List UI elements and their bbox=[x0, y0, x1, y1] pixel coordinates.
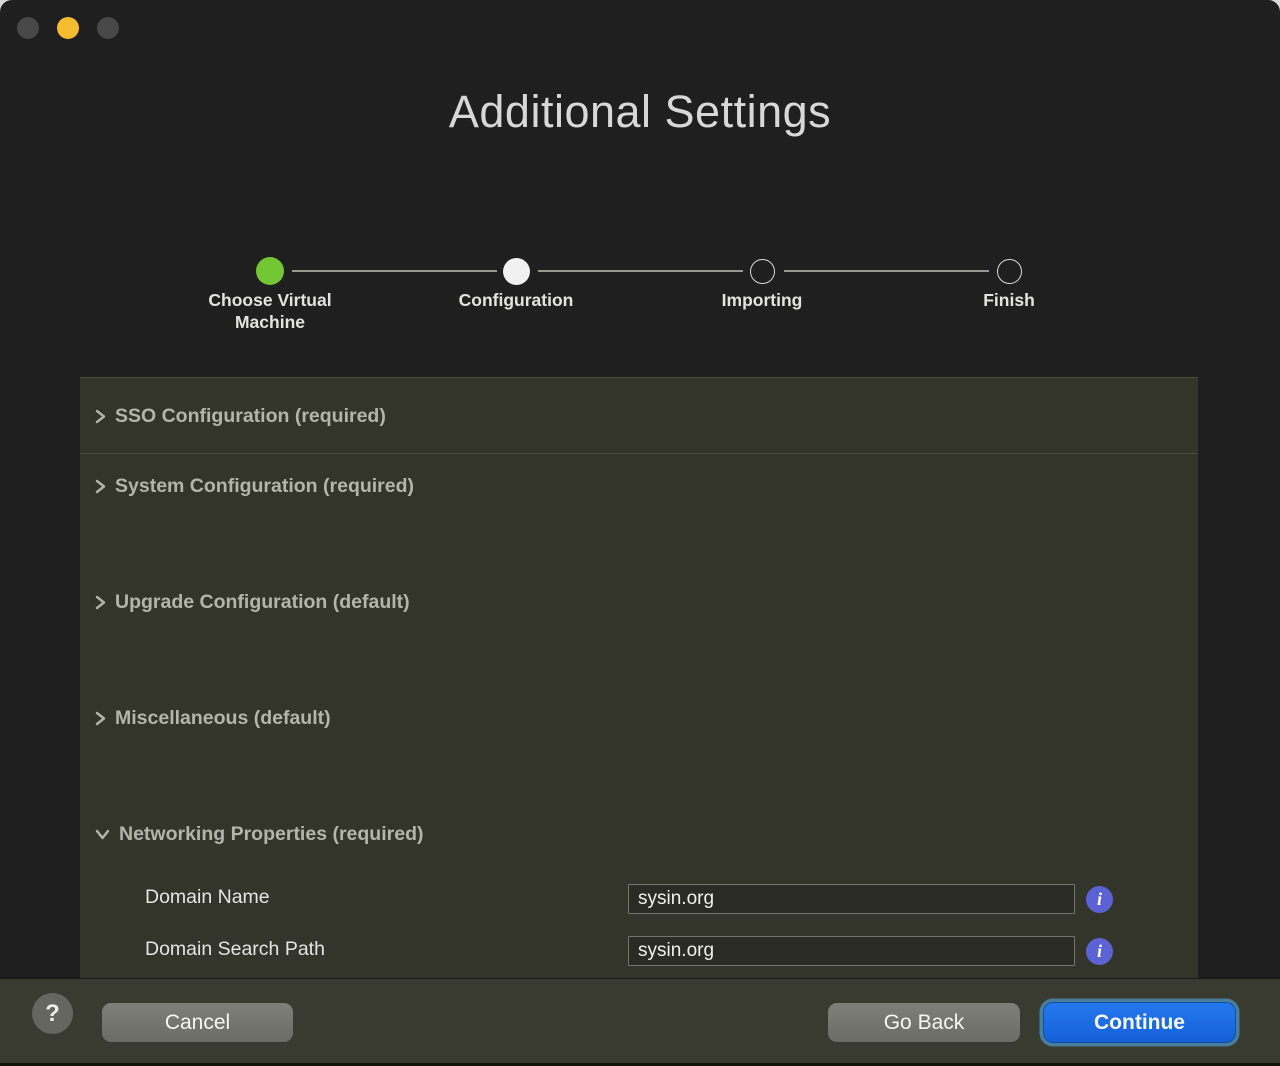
info-icon[interactable]: i bbox=[1086, 938, 1113, 965]
continue-button[interactable]: Continue bbox=[1044, 1003, 1235, 1042]
step-connector bbox=[784, 270, 989, 272]
step-dot-upcoming-icon bbox=[997, 259, 1022, 284]
chevron-right-icon bbox=[94, 478, 107, 495]
section-upgrade-configuration[interactable]: Upgrade Configuration (default) bbox=[94, 591, 410, 614]
step-dot-current-icon bbox=[503, 258, 530, 285]
domain-search-path-label: Domain Search Path bbox=[145, 938, 325, 961]
zoom-window-button[interactable] bbox=[97, 17, 119, 39]
step-label-importing: Importing bbox=[677, 289, 847, 311]
step-connector bbox=[292, 270, 497, 272]
domain-name-label: Domain Name bbox=[145, 886, 270, 909]
minimize-window-button[interactable] bbox=[57, 17, 79, 39]
section-label: SSO Configuration (required) bbox=[115, 405, 386, 428]
section-networking-properties[interactable]: Networking Properties (required) bbox=[94, 823, 423, 846]
section-divider bbox=[80, 453, 1198, 454]
close-window-button[interactable] bbox=[17, 17, 39, 39]
chevron-down-icon bbox=[94, 828, 111, 841]
step-connector bbox=[538, 270, 743, 272]
section-label: System Configuration (required) bbox=[115, 475, 414, 498]
section-sso-configuration[interactable]: SSO Configuration (required) bbox=[94, 405, 386, 428]
additional-settings-window: Additional Settings Choose Virtual Machi… bbox=[0, 0, 1280, 1066]
step-label-configuration: Configuration bbox=[431, 289, 601, 311]
chevron-right-icon bbox=[94, 710, 107, 727]
footer-bar: ? Cancel Go Back Continue bbox=[0, 978, 1280, 1066]
window-controls bbox=[17, 17, 119, 39]
cancel-button[interactable]: Cancel bbox=[102, 1003, 293, 1042]
domain-search-path-input[interactable] bbox=[628, 936, 1075, 966]
section-label: Miscellaneous (default) bbox=[115, 707, 331, 730]
section-system-configuration[interactable]: System Configuration (required) bbox=[94, 475, 414, 498]
domain-name-input[interactable] bbox=[628, 884, 1075, 914]
step-dot-done-icon bbox=[256, 257, 284, 285]
section-label: Networking Properties (required) bbox=[119, 823, 423, 846]
settings-panel: SSO Configuration (required) System Conf… bbox=[80, 377, 1198, 978]
page-title: Additional Settings bbox=[0, 86, 1280, 138]
help-button[interactable]: ? bbox=[32, 993, 73, 1034]
section-label: Upgrade Configuration (default) bbox=[115, 591, 410, 614]
step-label-finish: Finish bbox=[924, 289, 1094, 311]
section-miscellaneous[interactable]: Miscellaneous (default) bbox=[94, 707, 331, 730]
info-icon[interactable]: i bbox=[1086, 886, 1113, 913]
step-label-choose-virtual-machine: Choose Virtual Machine bbox=[185, 289, 355, 333]
chevron-right-icon bbox=[94, 408, 107, 425]
go-back-button[interactable]: Go Back bbox=[828, 1003, 1020, 1042]
step-dot-upcoming-icon bbox=[750, 259, 775, 284]
chevron-right-icon bbox=[94, 594, 107, 611]
